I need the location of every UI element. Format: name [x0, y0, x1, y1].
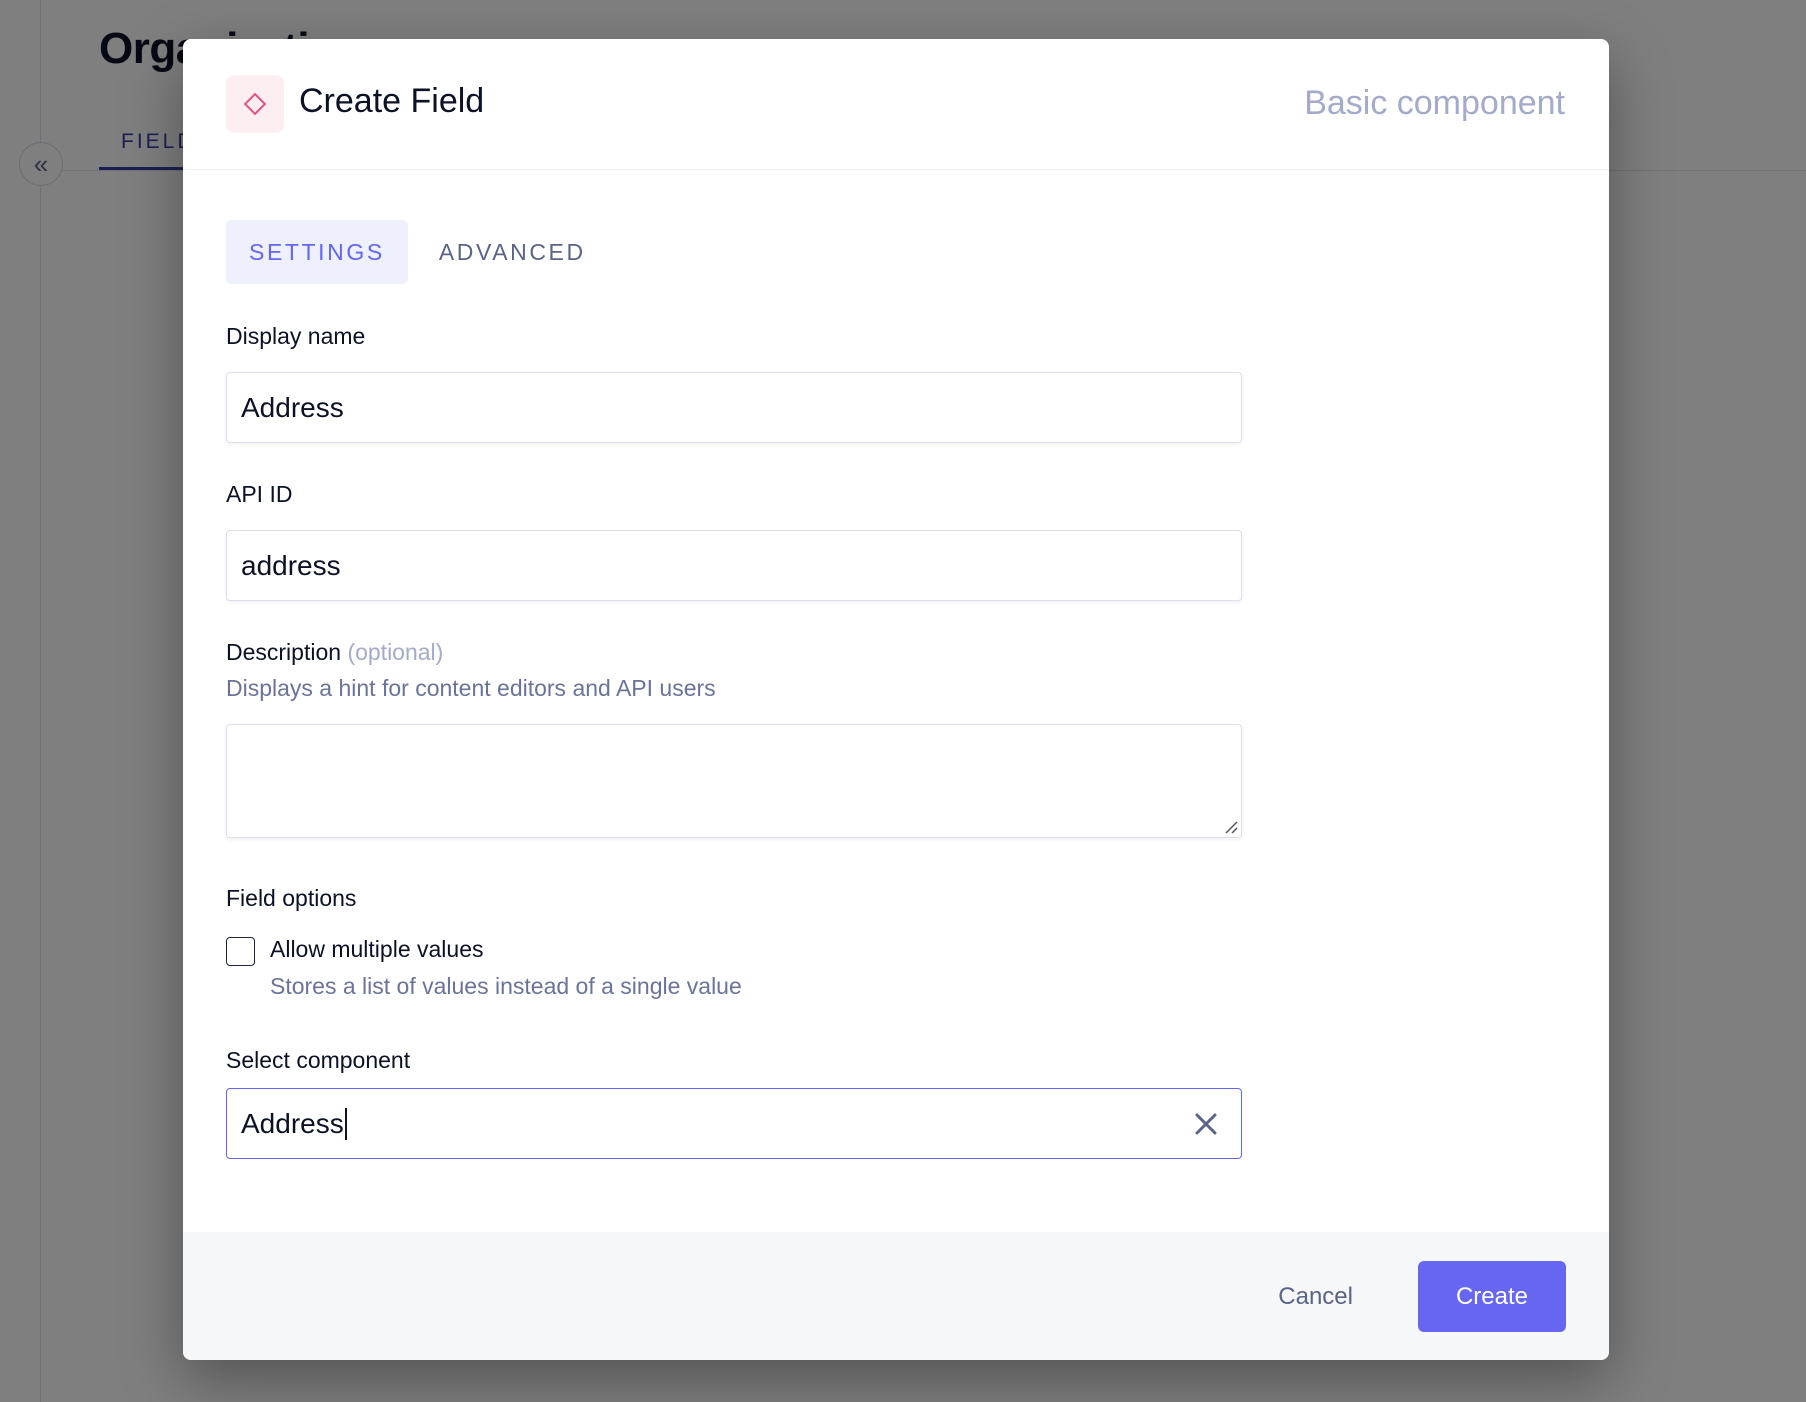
- optional-tag: (optional): [347, 639, 444, 665]
- field-type-label: Basic component: [1304, 84, 1565, 122]
- modal-tabs: SETTINGS ADVANCED: [226, 220, 609, 284]
- create-field-modal: Create Field Basic component SETTINGS AD…: [183, 39, 1609, 1360]
- close-icon[interactable]: [1193, 1111, 1219, 1137]
- create-button[interactable]: Create: [1418, 1261, 1566, 1332]
- api-id-input[interactable]: address: [226, 530, 1242, 601]
- api-id-label: API ID: [226, 481, 293, 507]
- allow-multiple-hint: Stores a list of values instead of a sin…: [270, 973, 742, 999]
- modal-title: Create Field: [299, 82, 485, 120]
- description-textarea[interactable]: [226, 724, 1242, 838]
- field-type-badge: [226, 75, 284, 133]
- select-component-value: Address: [241, 1107, 344, 1139]
- diamond-icon: [243, 92, 267, 116]
- display-name-input[interactable]: Address: [226, 372, 1242, 443]
- tab-advanced[interactable]: ADVANCED: [416, 220, 609, 284]
- text-cursor: [344, 1107, 347, 1140]
- resize-handle-icon[interactable]: [1224, 820, 1238, 834]
- display-name-value: Address: [241, 391, 344, 423]
- description-label: Description (optional): [226, 639, 443, 666]
- description-label-text: Description: [226, 639, 342, 665]
- allow-multiple-checkbox[interactable]: [226, 937, 255, 966]
- display-name-label: Display name: [226, 323, 366, 349]
- modal-footer: Cancel Create: [183, 1232, 1609, 1360]
- select-component-label: Select component: [226, 1047, 411, 1073]
- tab-settings[interactable]: SETTINGS: [226, 220, 408, 284]
- select-component-input[interactable]: Address: [226, 1088, 1242, 1159]
- modal-header: Create Field Basic component: [183, 39, 1609, 170]
- cancel-button[interactable]: Cancel: [1250, 1261, 1381, 1332]
- api-id-value: address: [241, 549, 341, 581]
- field-options-label: Field options: [226, 885, 357, 911]
- allow-multiple-label[interactable]: Allow multiple values: [270, 936, 483, 963]
- description-hint: Displays a hint for content editors and …: [226, 675, 716, 701]
